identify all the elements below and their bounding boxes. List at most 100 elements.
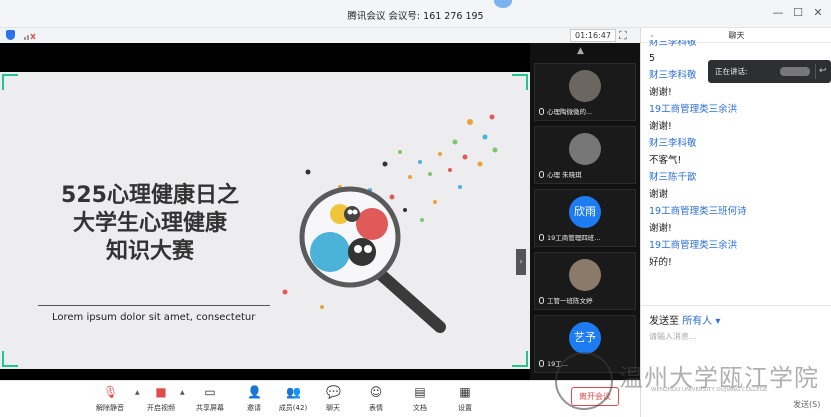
message-text: 谢谢! <box>649 223 672 234</box>
security-shield-icon[interactable] <box>6 30 15 40</box>
participant-name: 心理 朱晓琪 <box>539 169 633 180</box>
message-text: 好的! <box>649 257 672 268</box>
emoji-button[interactable]: ☺ 表情 <box>356 385 396 413</box>
emoji-icon: ☺ <box>369 385 383 399</box>
title-bar: 腾讯会议 会议号: 161 276 195 — ☐ ✕ <box>0 0 831 28</box>
meeting-toolbar: 🎙 解除静音 ▲ ■ 开启视频 ▲ ▭ 共享屏幕 👤 邀请 👥 成员(42) 💬… <box>0 380 640 417</box>
message-text: 不客气! <box>649 155 682 166</box>
fullscreen-icon[interactable]: ⛶ <box>619 29 627 43</box>
network-status-icon[interactable] <box>24 31 36 40</box>
muted-mic-icon: 🎙 <box>103 385 119 399</box>
participant-name: 工管一班陈文婷 <box>539 295 633 306</box>
college-seal-logo <box>555 352 613 410</box>
divider <box>815 64 816 79</box>
video-off-icon: ■ <box>155 385 167 399</box>
watermark-english: WENZHOU UNIVERSITY OUJIANG COLLEGE <box>651 387 768 393</box>
message-text: 谢谢! <box>649 87 672 98</box>
window-title: 腾讯会议 会议号: 161 276 195 <box>347 11 484 22</box>
chat-message: 19工商管理类三余洪 好的! <box>649 237 829 271</box>
mic-icon <box>539 360 544 367</box>
share-screen-icon: ▭ <box>204 385 216 399</box>
members-icon: 👥 <box>286 385 301 399</box>
avatar: 欣雨 <box>569 196 601 228</box>
collapse-strip-button[interactable]: › <box>516 249 526 275</box>
message-sender: 19工商管理类三余洪 <box>649 104 738 115</box>
members-button[interactable]: 👥 成员(42) <box>273 385 313 413</box>
unmute-button[interactable]: 🎙 解除静音 <box>90 385 130 413</box>
frame-corner <box>2 351 18 367</box>
chat-message: 19工商管理类三余洪 谢谢! <box>649 101 829 135</box>
speaking-indicator: 正在讲话: ↩ <box>708 60 831 83</box>
magnifier-illustration <box>282 114 498 333</box>
slide-title-line: 知识大赛 <box>105 239 194 264</box>
status-dot-icon <box>494 0 512 8</box>
message-sender: 财三陈千歆 <box>649 172 697 183</box>
avatar <box>569 259 601 291</box>
participant-strip: ▲ 心理陶微微的... 心理 朱晓琪 欣雨 19工商管理四班... 工管一班陈文… <box>530 43 640 380</box>
speaking-label: 正在讲话: <box>715 67 748 76</box>
chat-message: 财三陈千歆 谢谢 <box>649 169 829 203</box>
shared-screen: 525心理健康日之 大学生心理健康 知识大赛 Lorem ipsum dolor… <box>0 43 530 380</box>
magnifier-lens <box>299 186 401 288</box>
slide-divider <box>38 305 270 306</box>
video-options-chevron-icon[interactable]: ▲ <box>180 389 185 396</box>
avatar <box>569 133 601 165</box>
document-icon: ▤ <box>414 385 426 399</box>
message-sender: 财三李科敬 <box>649 40 697 48</box>
chat-button[interactable]: 💬 聊天 <box>313 385 353 413</box>
message-sender: 财三李科敬 <box>649 138 697 149</box>
participant-name: 19工商管理四班... <box>539 232 633 243</box>
slide-subtitle: Lorem ipsum dolor sit amet, consectetur <box>52 312 256 323</box>
magnifier-handle <box>372 266 446 333</box>
speaker-name-blurred <box>780 67 810 76</box>
audio-options-chevron-icon[interactable]: ▲ <box>135 389 140 396</box>
participant-tile[interactable]: 心理陶微微的... <box>534 63 636 121</box>
scroll-up-icon[interactable]: ▲ <box>577 46 584 56</box>
settings-grid-icon: ▦ <box>459 385 471 399</box>
message-text: 谢谢 <box>649 189 669 200</box>
share-screen-button[interactable]: ▭ 共享屏幕 <box>190 385 230 413</box>
participant-tile[interactable]: 心理 朱晓琪 <box>534 126 636 184</box>
send-to-row: 发送至 所有人 ▾ <box>649 312 720 327</box>
reply-arrow-icon[interactable]: ↩ <box>819 60 827 83</box>
mic-icon <box>539 297 544 304</box>
avatar <box>569 70 601 102</box>
avatar: 艺予 <box>569 322 601 354</box>
mic-icon <box>539 171 544 178</box>
invite-button[interactable]: 👤 邀请 <box>234 385 274 413</box>
participant-name: 心理陶微微的... <box>539 106 633 117</box>
meeting-window: 腾讯会议 会议号: 161 276 195 — ☐ ✕ 01:16:47 ⛶ 5… <box>0 0 831 417</box>
maximize-button[interactable]: ☐ <box>790 6 806 20</box>
send-to-label: 发送至 <box>649 316 679 327</box>
slide-title: 525心理健康日之 大学生心理健康 知识大赛 <box>30 182 270 266</box>
mic-icon <box>539 234 544 241</box>
slide-title-line: 大学生心理健康 <box>72 211 227 236</box>
participant-tile[interactable]: 欣雨 19工商管理四班... <box>534 189 636 247</box>
chat-message: 财三李科敬 不客气! <box>649 135 829 169</box>
slide-title-line: 525心理健康日之 <box>61 183 239 208</box>
presentation-slide: 525心理健康日之 大学生心理健康 知识大赛 Lorem ipsum dolor… <box>0 72 530 369</box>
frame-corner <box>512 351 528 367</box>
divider <box>641 305 831 306</box>
message-text: 谢谢! <box>649 121 672 132</box>
chat-icon: 💬 <box>326 385 341 399</box>
message-sender: 19工商管理类三班何诗 <box>649 206 747 217</box>
send-to-dropdown[interactable]: 所有人 ▾ <box>682 316 720 327</box>
docs-button[interactable]: ▤ 文档 <box>400 385 440 413</box>
message-sender: 19工商管理类三余洪 <box>649 240 738 251</box>
settings-button[interactable]: ▦ 设置 <box>445 385 485 413</box>
chat-input[interactable]: 请输入消息... <box>649 331 697 342</box>
close-button[interactable]: ✕ <box>810 6 826 20</box>
video-header: 01:16:47 ⛶ <box>0 28 640 43</box>
college-watermark: 温州大学瓯江学院 WENZHOU UNIVERSITY OUJIANG COLL… <box>555 352 831 412</box>
participant-tile[interactable]: 工管一班陈文婷 <box>534 252 636 310</box>
frame-corner <box>2 74 18 90</box>
meeting-timer: 01:16:47 <box>570 29 616 42</box>
chat-title: 聊天 <box>728 31 745 40</box>
frame-corner <box>512 74 528 90</box>
invite-icon: 👤 <box>247 385 262 399</box>
start-video-button[interactable]: ■ 开启视频 <box>141 385 181 413</box>
chat-message: 19工商管理类三班何诗 谢谢! <box>649 203 829 237</box>
minimize-button[interactable]: — <box>770 6 786 20</box>
mic-icon <box>539 108 544 115</box>
